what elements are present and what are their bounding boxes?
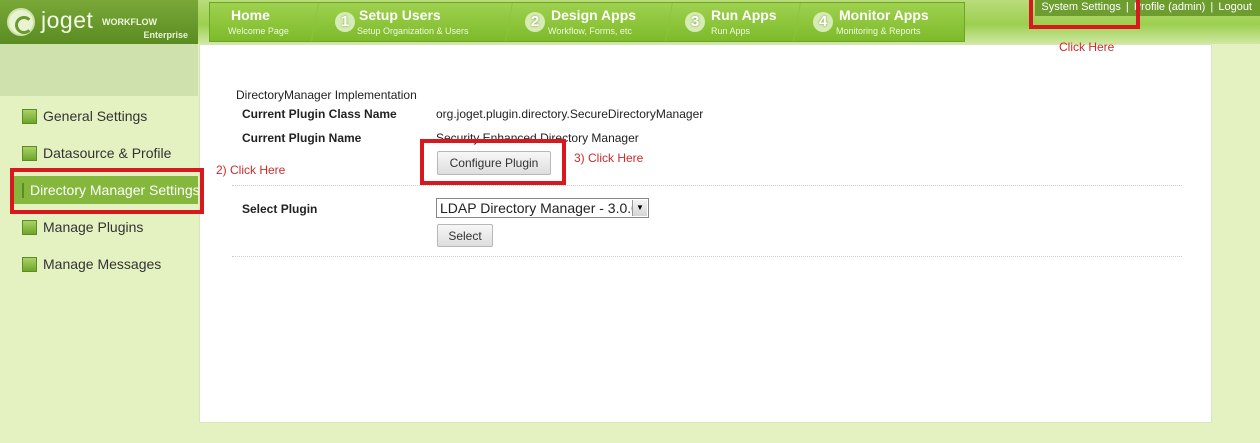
nav-separator	[662, 3, 676, 41]
nav-setup-users[interactable]: 1 Setup Users Setup Organization & Users	[335, 3, 505, 41]
nav-home-title: Home	[231, 7, 270, 23]
annotation-click-here-2: 2) Click Here	[216, 163, 286, 177]
sidebar-header	[0, 44, 198, 96]
sidebar-item-label: General Settings	[43, 108, 148, 124]
nav-design-apps-sub: Workflow, Forms, etc	[548, 26, 632, 36]
sidebar-bullet-icon	[22, 256, 37, 272]
main-panel: DirectoryManager Implementation Current …	[199, 44, 1212, 423]
nav-home-sub: Welcome Page	[228, 26, 289, 36]
nav-separator	[502, 3, 516, 41]
nav-separator	[308, 3, 322, 41]
logo-edition-text: Enterprise	[143, 30, 188, 40]
nav-setup-users-sub: Setup Organization & Users	[357, 26, 469, 36]
sidebar-item-label: Datasource & Profile	[43, 145, 172, 161]
divider	[232, 256, 1182, 257]
step-3-icon: 3	[685, 12, 705, 32]
plugin-select-value: LDAP Directory Manager - 3.0.0	[440, 200, 639, 216]
annotation-click-here-3: 3) Click Here	[574, 151, 644, 165]
sidebar-item-general-settings[interactable]: General Settings	[12, 102, 147, 130]
nav-setup-users-title: Setup Users	[359, 7, 441, 23]
nav-run-apps-sub: Run Apps	[711, 26, 751, 36]
step-1-icon: 1	[335, 12, 355, 32]
joget-logo[interactable]: joget WORKFLOW Enterprise	[0, 0, 198, 44]
sidebar-bullet-icon	[22, 219, 37, 235]
sidebar-item-datasource-profile[interactable]: Datasource & Profile	[12, 139, 171, 167]
nav-design-apps-title: Design Apps	[551, 7, 637, 23]
nav-design-apps[interactable]: 2 Design Apps Workflow, Forms, etc	[525, 3, 665, 41]
plugin-name-label: Current Plugin Name	[242, 131, 362, 145]
sidebar-bullet-icon	[22, 108, 37, 124]
plugin-select[interactable]: LDAP Directory Manager - 3.0.0 ▼	[436, 198, 649, 218]
dropdown-arrow-icon[interactable]: ▼	[632, 200, 647, 216]
main-nav: Home Welcome Page 1 Setup Users Setup Or…	[209, 2, 965, 42]
sidebar-item-manage-plugins[interactable]: Manage Plugins	[12, 213, 143, 241]
sidebar-bullet-icon	[22, 145, 37, 161]
section-title: DirectoryManager Implementation	[236, 88, 417, 102]
logo-workflow-text: WORKFLOW	[102, 17, 157, 27]
select-button[interactable]: Select	[437, 224, 493, 247]
class-name-label: Current Plugin Class Name	[242, 107, 397, 121]
annotation-click-here-1: Click Here	[1059, 40, 1115, 54]
divider	[232, 185, 1182, 186]
profile-link[interactable]: Profile (admin)	[1134, 1, 1206, 13]
step-2-icon: 2	[525, 12, 545, 32]
sidebar-item-manage-messages[interactable]: Manage Messages	[12, 250, 161, 278]
annotation-box-system-settings	[1029, 0, 1140, 29]
sidebar-item-label: Manage Plugins	[43, 219, 144, 235]
class-name-value: org.joget.plugin.directory.SecureDirecto…	[436, 107, 704, 121]
nav-monitor-apps-sub: Monitoring & Reports	[836, 26, 921, 36]
annotation-box-directory-manager	[10, 168, 204, 214]
joget-logo-icon	[7, 8, 35, 36]
nav-monitor-apps-title: Monitor Apps	[839, 7, 929, 23]
logout-link[interactable]: Logout	[1218, 1, 1252, 13]
select-plugin-label: Select Plugin	[242, 202, 318, 216]
nav-monitor-apps[interactable]: 4 Monitor Apps Monitoring & Reports	[813, 3, 963, 41]
nav-run-apps-title: Run Apps	[711, 7, 777, 23]
annotation-box-configure-plugin	[420, 139, 566, 185]
sidebar-item-label: Manage Messages	[43, 256, 162, 272]
nav-separator	[790, 3, 804, 41]
logo-text: joget	[41, 7, 94, 33]
nav-run-apps[interactable]: 3 Run Apps Run Apps	[685, 3, 785, 41]
nav-home[interactable]: Home Welcome Page	[228, 3, 308, 41]
step-4-icon: 4	[813, 12, 833, 32]
link-separator: |	[1210, 1, 1214, 13]
